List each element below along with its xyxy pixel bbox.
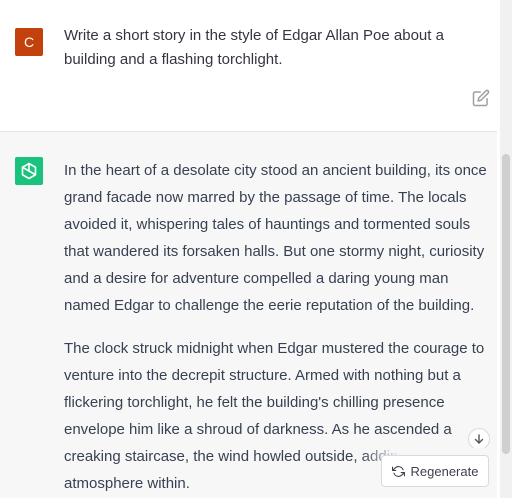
scroll-to-bottom-button[interactable] xyxy=(468,428,490,450)
edit-icon xyxy=(472,89,490,107)
regenerate-button[interactable]: Regenerate xyxy=(381,455,489,487)
assistant-message: In the heart of a desolate city stood an… xyxy=(0,132,497,498)
scrollbar-thumb[interactable] xyxy=(502,154,510,454)
assistant-response: In the heart of a desolate city stood an… xyxy=(64,157,492,498)
user-avatar: C xyxy=(15,28,43,56)
arrow-down-icon xyxy=(474,434,484,444)
assistant-avatar xyxy=(15,157,43,185)
regenerate-label: Regenerate xyxy=(410,463,479,479)
edit-message-button[interactable] xyxy=(472,89,490,107)
openai-logo-icon xyxy=(21,162,37,180)
response-paragraph: In the heart of a desolate city stood an… xyxy=(64,162,487,314)
user-message-text: Write a short story in the style of Edga… xyxy=(64,27,444,68)
user-message: C Write a short story in the style of Ed… xyxy=(0,0,497,131)
refresh-icon xyxy=(391,465,405,477)
